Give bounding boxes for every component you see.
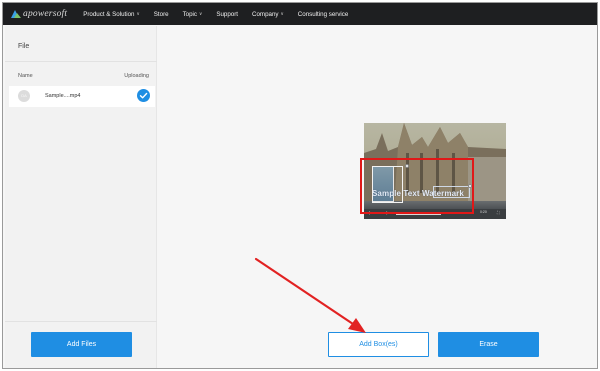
top-navigation-bar: apowersoft Product & Solution ∨ Store To… [3,3,597,25]
file-list-item[interactable]: DA Sample....mp4 [9,86,155,107]
add-files-button[interactable]: Add Files [31,332,132,357]
chevron-down-icon: ∨ [280,11,284,16]
nav-company[interactable]: Company ∨ [252,11,284,18]
nav-item-label: Product & Solution [83,10,135,18]
brand-logo[interactable]: apowersoft [10,8,67,20]
brand-wordmark: apowersoft [23,9,68,19]
fullscreen-icon[interactable]: ⛶ [497,210,500,215]
app-window: apowersoft Product & Solution ∨ Store To… [2,2,598,369]
nav-item-label: Consulting service [297,10,349,18]
apowersoft-logo-icon [10,8,22,20]
nav-item-label: Company [252,10,279,18]
nav-topic[interactable]: Topic ∨ [183,11,203,18]
nav-item-label: Topic [182,10,198,18]
video-time: 0:20 [480,210,487,214]
nav-store[interactable]: Store [154,11,169,18]
file-sidebar: File Name Uploading DA Sample....mp4 Add… [5,26,157,368]
file-thumbnail: DA [18,90,30,102]
highlight-annotation-box [360,158,474,214]
chevron-down-icon: ∨ [136,11,140,16]
nav-item-label: Support [216,10,238,18]
nav-consulting-service[interactable]: Consulting service [298,11,349,18]
add-boxes-button[interactable]: Add Box(es) [328,332,429,357]
nav-support[interactable]: Support [216,11,238,18]
erase-button[interactable]: Erase [438,332,539,357]
sidebar-title: File [18,43,30,50]
divider [5,61,157,62]
editor-area: Sample Text Watermark ▶ ◀ 0:20 ⛶ Add Box… [158,26,597,368]
file-name: Sample....mp4 [45,93,81,99]
column-header-status: Uploading [124,73,149,79]
divider [5,321,157,322]
nav-item-label: Store [153,10,169,18]
column-header-name: Name [18,73,33,79]
nav-product-solution[interactable]: Product & Solution ∨ [83,11,140,18]
check-circle-icon [137,89,150,102]
chevron-down-icon: ∨ [199,11,203,16]
